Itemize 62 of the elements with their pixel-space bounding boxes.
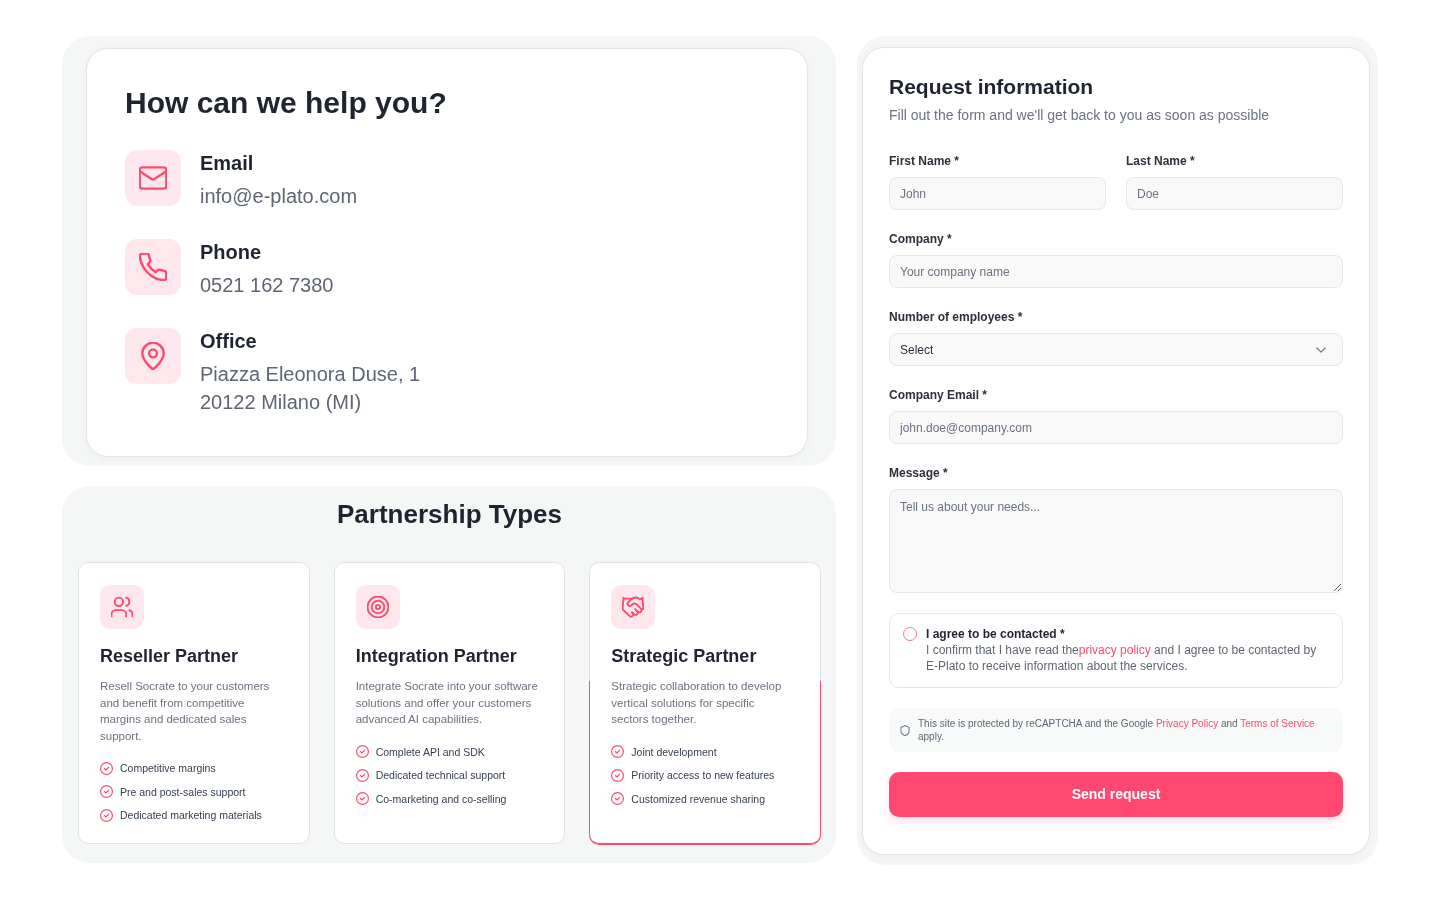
notice-text: This site is protected by reCAPTCHA and the Google Privacy Policy and Terms of Service apply. — [918, 717, 1316, 743]
input-field[interactable]: Doe — [1126, 177, 1343, 210]
field-label: Company Email * — [889, 387, 988, 403]
feature-text: Complete API and SDK — [375, 744, 485, 760]
text-link[interactable]: Privacy Policy — [1155, 718, 1219, 729]
check-circle-icon — [100, 761, 113, 775]
feature-text: Co-marketing and co-selling — [375, 791, 507, 807]
text-link[interactable]: Terms of Service — [1240, 718, 1315, 729]
chevron-down-icon — [1316, 346, 1326, 353]
section-title: How can we help you? — [125, 85, 448, 121]
input-field[interactable]: Your company name — [889, 255, 1343, 288]
check-circle-icon — [355, 745, 369, 758]
map-pin-icon — [125, 328, 181, 384]
field-label: Last Name * — [1126, 153, 1195, 169]
check-circle-icon — [355, 792, 369, 805]
check-circle-icon — [611, 792, 625, 805]
contact-value: Piazza Eleonora Duse, 1 — [200, 362, 421, 387]
feature-text: Pre and post-sales support — [120, 784, 246, 800]
target-icon — [355, 585, 400, 629]
feature-text: Customized revenue sharing — [631, 791, 765, 807]
card-title: Reseller Partner — [100, 645, 240, 668]
phone-icon — [125, 239, 181, 295]
input-field[interactable]: John — [889, 177, 1106, 210]
check-circle-icon — [100, 808, 113, 822]
check-circle-icon — [611, 745, 625, 758]
select-field[interactable]: Select — [889, 333, 1343, 366]
contact-label: Office — [200, 329, 258, 354]
handshake-icon — [611, 585, 656, 629]
contact-value: 0521 162 7380 — [200, 273, 334, 298]
field-label: Company * — [889, 231, 952, 247]
send-request-button[interactable]: Send request — [889, 772, 1343, 817]
people-icon — [100, 585, 144, 629]
message-field[interactable]: Tell us about your needs... — [889, 489, 1343, 593]
feature-text: Competitive margins — [120, 761, 216, 776]
input-field[interactable]: john.doe@company.com — [889, 411, 1343, 444]
section-title: Partnership Types — [336, 498, 563, 530]
form-subtitle: Fill out the form and we'll get back to you as soon as possible — [889, 106, 1271, 125]
text-link[interactable]: privacy policy — [1078, 643, 1151, 657]
card-title: Strategic Partner — [611, 645, 758, 668]
check-circle-icon — [100, 785, 113, 798]
contact-value: info@e-plato.com — [200, 184, 358, 209]
feature-text: Priority access to new features — [631, 768, 775, 783]
mail-icon — [125, 150, 181, 206]
field-label: Message * — [889, 465, 948, 481]
field-label: Number of employees * — [889, 309, 1023, 325]
card-description: Strategic collaboration to develop vertical solutions for specific sectors together. — [611, 679, 783, 727]
field-label: First Name * — [889, 153, 960, 169]
consent-text: I confirm that I have read theprivacy policy and I agree to be contacted by E-Plato to receive information about the services. — [926, 642, 1318, 674]
consent-title: I agree to be contacted * — [926, 626, 1066, 642]
card-description: Integrate Socrate into your software solutions and offer your customers advanced AI capabilities. — [355, 679, 539, 727]
feature-text: Joint development — [631, 744, 717, 760]
form-title: Request information — [889, 74, 1095, 100]
card-title: Integration Partner — [355, 645, 518, 668]
card-description: Resell Socrate to your customers and benefit from competitive margins and dedicated sales support. — [100, 679, 271, 744]
contact-label: Email — [200, 151, 255, 176]
check-circle-icon — [355, 768, 369, 782]
shield-icon — [900, 724, 910, 736]
contact-value: 20122 Milano (MI) — [200, 390, 363, 415]
feature-text: Dedicated marketing materials — [120, 808, 262, 823]
feature-text: Dedicated technical support — [375, 768, 506, 783]
contact-label: Phone — [200, 240, 263, 265]
check-circle-icon — [611, 768, 625, 782]
